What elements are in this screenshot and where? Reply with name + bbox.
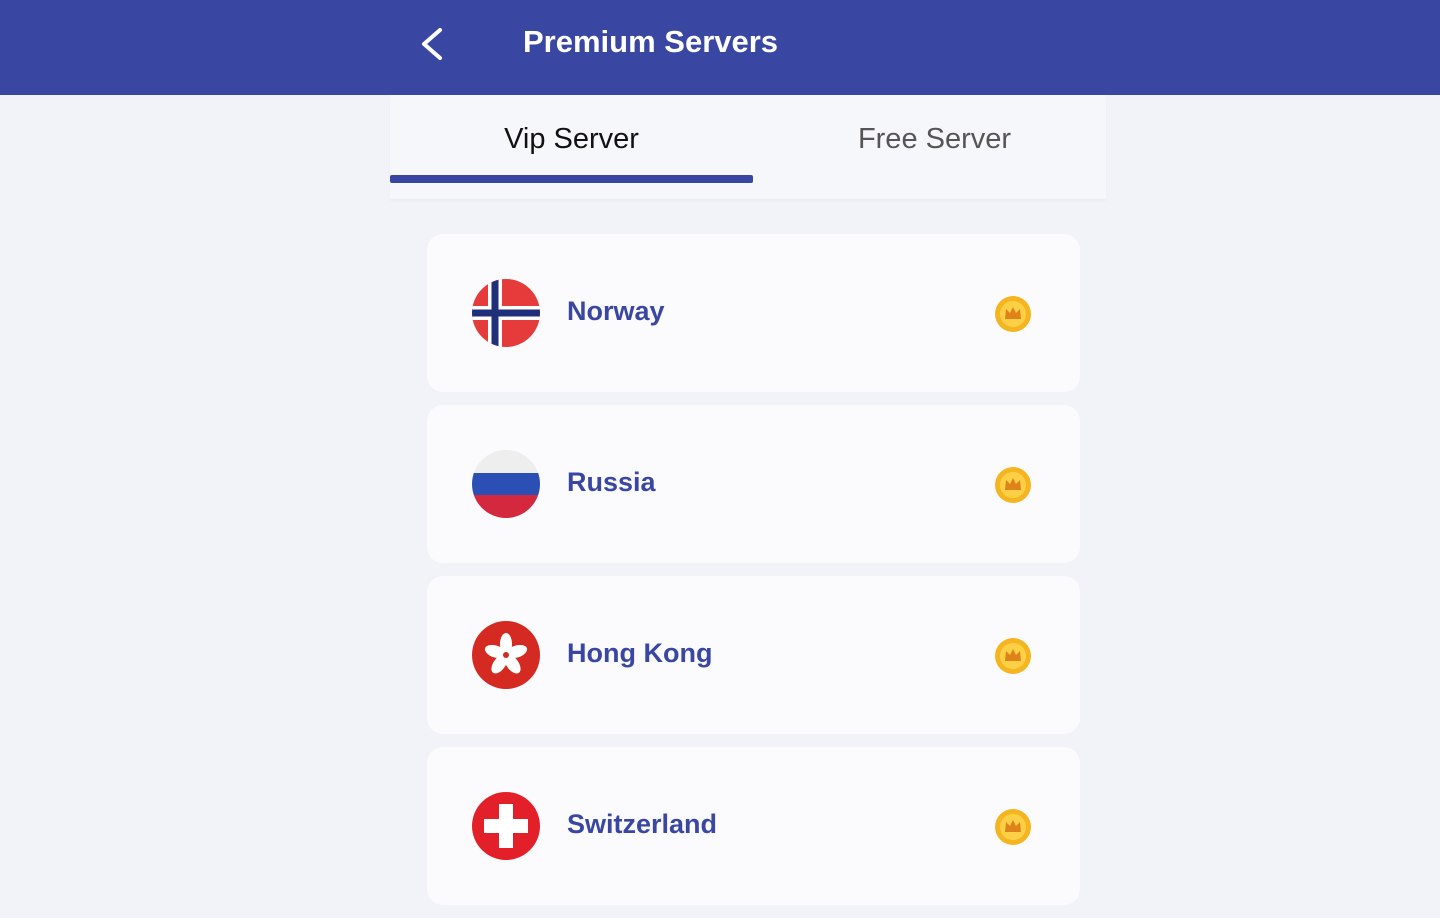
page-title: Premium Servers: [523, 24, 779, 59]
crown-icon: [994, 466, 1032, 504]
switzerland-flag-icon: [472, 792, 540, 860]
tab-free-server[interactable]: Free Server: [753, 95, 1116, 183]
crown-icon: [994, 637, 1032, 675]
hong-kong-flag-icon: [472, 621, 540, 689]
tab-vip-server[interactable]: Vip Server: [390, 95, 753, 183]
country-name: Hong Kong: [567, 638, 713, 668]
server-tabs: Vip Server Free Server: [390, 95, 1106, 199]
crown-icon: [994, 808, 1032, 846]
server-item-russia[interactable]: Russia: [427, 405, 1080, 563]
country-name: Russia: [567, 467, 656, 497]
russia-flag-icon: [472, 450, 540, 518]
server-list: Norway Russia Hong Kong Switzerland: [427, 234, 1080, 918]
server-item-norway[interactable]: Norway: [427, 234, 1080, 392]
chevron-left-icon: [422, 28, 442, 60]
back-button[interactable]: [412, 22, 452, 66]
server-item-switzerland[interactable]: Switzerland: [427, 747, 1080, 905]
server-item-hong-kong[interactable]: Hong Kong: [427, 576, 1080, 734]
app-header: Premium Servers: [0, 0, 1440, 95]
country-name: Norway: [567, 296, 665, 326]
norway-flag-icon: [472, 279, 540, 347]
crown-icon: [994, 295, 1032, 333]
active-tab-indicator: [390, 175, 753, 183]
country-name: Switzerland: [567, 809, 718, 839]
